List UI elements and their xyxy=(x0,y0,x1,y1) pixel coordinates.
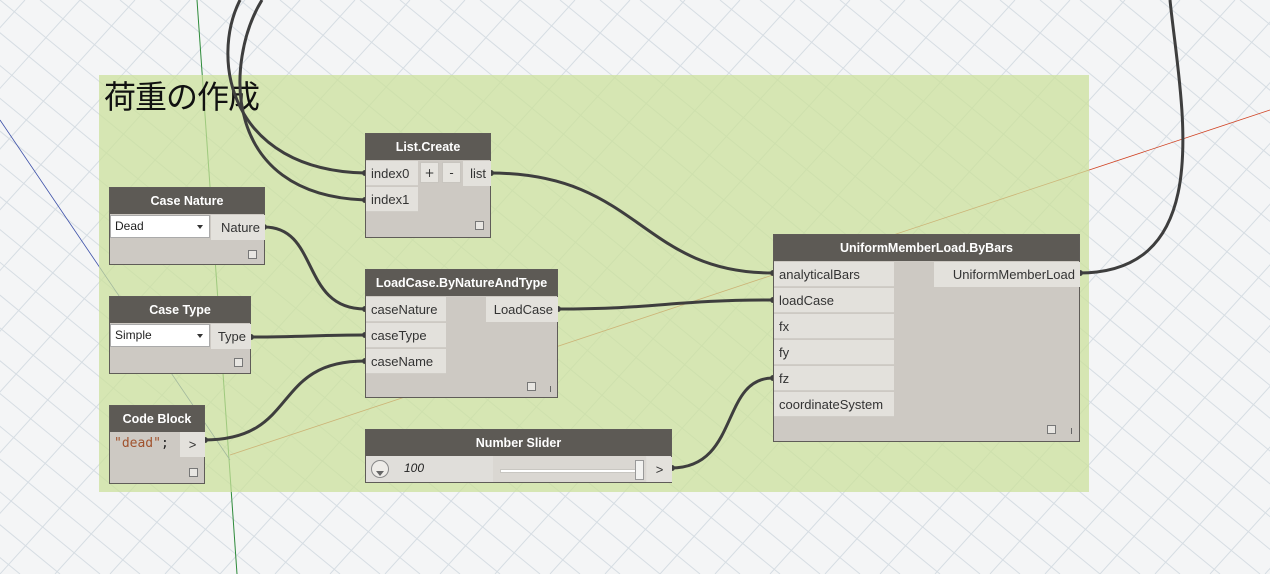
node-case-type[interactable]: Case Type Simple Type xyxy=(109,296,251,374)
input-port-fz[interactable]: fz xyxy=(774,366,894,391)
node-title: Case Type xyxy=(110,297,250,323)
lacing-indicator-icon xyxy=(550,386,551,392)
input-port-index1[interactable]: index1 xyxy=(366,187,418,212)
case-nature-dropdown[interactable]: Dead xyxy=(110,215,210,238)
expand-slider-button[interactable] xyxy=(371,460,389,478)
group-title[interactable]: 荷重の作成 xyxy=(104,72,260,118)
node-title: Code Block xyxy=(110,406,204,432)
code-editor[interactable]: "dead"; xyxy=(114,433,169,455)
chevron-down-icon xyxy=(197,225,203,229)
node-title: Number Slider xyxy=(366,430,671,456)
add-input-button[interactable]: + xyxy=(420,162,439,183)
input-port-coordinatesystem[interactable]: coordinateSystem xyxy=(774,392,894,417)
preview-toggle-icon[interactable] xyxy=(248,250,257,259)
output-port-list[interactable]: list xyxy=(463,161,491,186)
preview-toggle-icon[interactable] xyxy=(189,468,198,477)
input-port-fy[interactable]: fy xyxy=(774,340,894,365)
preview-toggle-icon[interactable] xyxy=(234,358,243,367)
slider-track[interactable] xyxy=(500,469,640,473)
preview-toggle-icon[interactable] xyxy=(527,382,536,391)
node-title: UniformMemberLoad.ByBars xyxy=(774,235,1079,261)
remove-input-button[interactable]: - xyxy=(442,162,461,183)
output-port-uniformmemberload[interactable]: UniformMemberLoad xyxy=(934,262,1080,287)
node-case-nature[interactable]: Case Nature Dead Nature xyxy=(109,187,265,265)
slider-thumb[interactable] xyxy=(635,460,644,480)
input-port-loadcase[interactable]: loadCase xyxy=(774,288,894,313)
dropdown-value: Dead xyxy=(115,219,144,233)
input-port-analyticalbars[interactable]: analyticalBars xyxy=(774,262,894,287)
slider-value[interactable]: 100 xyxy=(404,461,424,475)
output-port-slider[interactable]: > xyxy=(647,457,672,482)
chevron-down-icon xyxy=(197,334,203,338)
node-uniform-member-load-by-bars[interactable]: UniformMemberLoad.ByBars analyticalBars … xyxy=(773,234,1080,442)
input-port-index0[interactable]: index0 xyxy=(366,161,418,186)
node-loadcase-by-nature-and-type[interactable]: LoadCase.ByNatureAndType caseNature case… xyxy=(365,269,558,398)
node-title: Case Nature xyxy=(110,188,264,214)
preview-toggle-icon[interactable] xyxy=(475,221,484,230)
input-port-casename[interactable]: caseName xyxy=(366,349,446,374)
preview-toggle-icon[interactable] xyxy=(1047,425,1056,434)
output-port-loadcase[interactable]: LoadCase xyxy=(486,297,558,322)
dropdown-value: Simple xyxy=(115,328,152,342)
input-port-casetype[interactable]: caseType xyxy=(366,323,446,348)
node-code-block[interactable]: Code Block "dead"; > xyxy=(109,405,205,484)
chevron-down-icon xyxy=(376,471,384,476)
lacing-indicator-icon xyxy=(1071,428,1072,434)
output-port-code[interactable]: > xyxy=(180,432,205,457)
node-number-slider[interactable]: Number Slider 100 > xyxy=(365,429,672,483)
input-port-fx[interactable]: fx xyxy=(774,314,894,339)
output-port-nature[interactable]: Nature xyxy=(211,215,265,240)
code-string: "dead" xyxy=(114,436,161,451)
node-title: List.Create xyxy=(366,134,490,160)
case-type-dropdown[interactable]: Simple xyxy=(110,324,210,347)
input-port-casenature[interactable]: caseNature xyxy=(366,297,446,322)
code-semicolon: ; xyxy=(160,436,169,451)
node-list-create[interactable]: List.Create index0 index1 + - list xyxy=(365,133,491,238)
output-port-type[interactable]: Type xyxy=(211,324,251,349)
node-title: LoadCase.ByNatureAndType xyxy=(366,270,557,296)
